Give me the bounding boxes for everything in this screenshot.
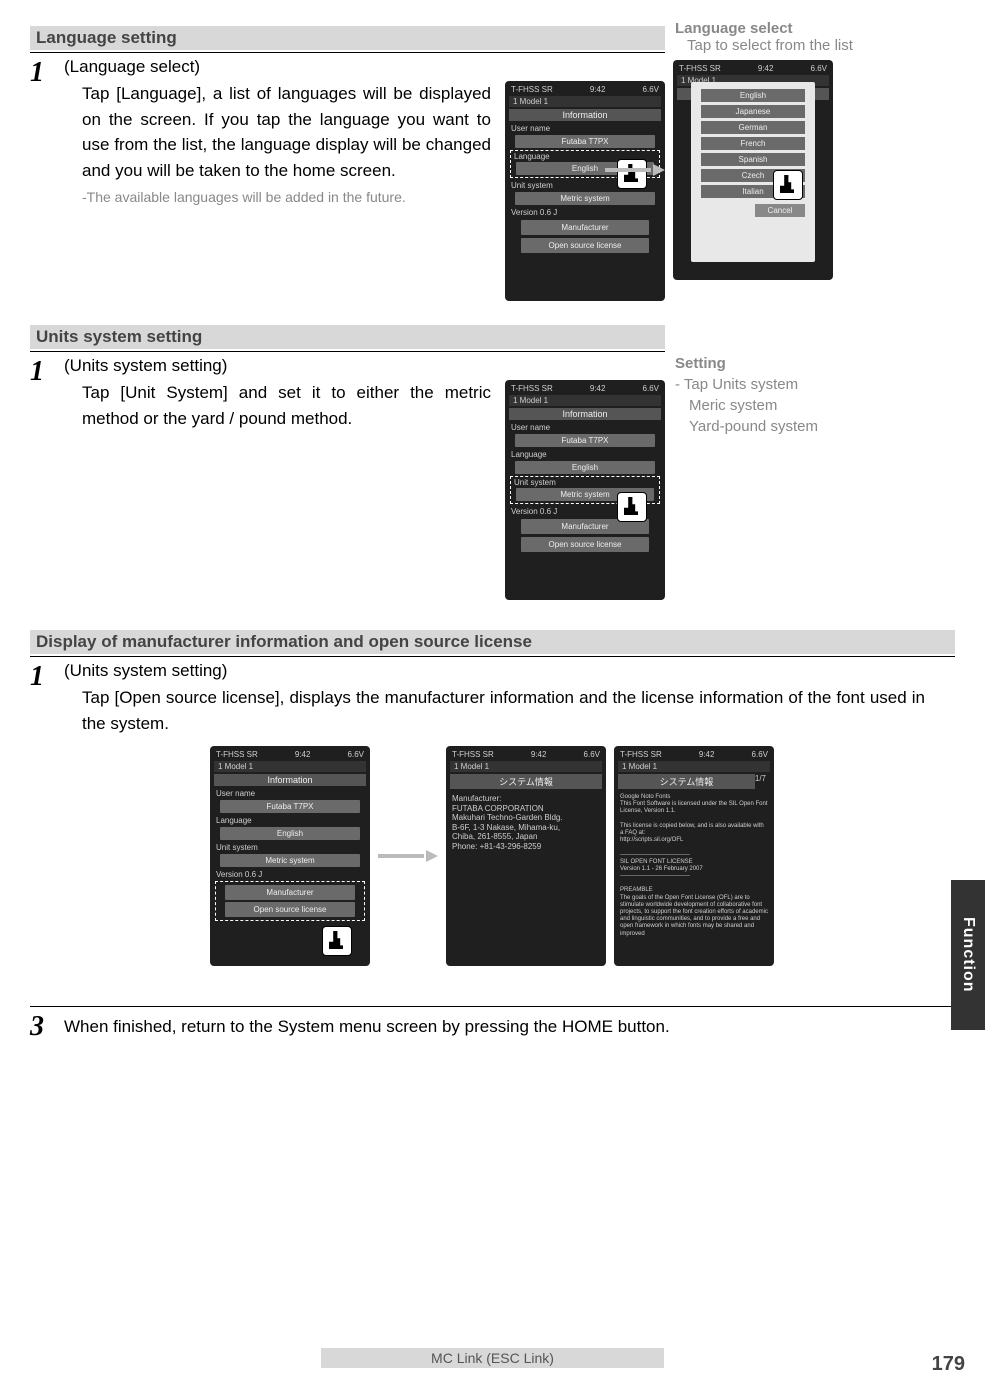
mock-screen-license-text: T-FHSS SR9:426.6V 1 Model 1 システム情報 1/7 G… bbox=[614, 746, 774, 966]
side-heading: Language select bbox=[675, 20, 955, 37]
step-text: Tap [Unit System] and set it to either t… bbox=[64, 380, 495, 431]
step-text: Tap [Open source license], displays the … bbox=[64, 685, 955, 736]
mock-screen-info-license: T-FHSS SR9:426.6V 1 Model 1 Information … bbox=[210, 746, 370, 966]
side-note: Setting - Tap Units system Meric system … bbox=[675, 353, 955, 437]
step-text: When finished, return to the System menu… bbox=[64, 1011, 955, 1037]
tap-hand-icon bbox=[773, 170, 803, 200]
step-note: -The available languages will be added i… bbox=[64, 189, 495, 205]
step-text: Tap [Language], a list of languages will… bbox=[64, 81, 495, 183]
section-heading-manufacturer: Display of manufacturer information and … bbox=[30, 630, 955, 654]
tap-hand-icon bbox=[617, 492, 647, 522]
mock-screen-language-list: T-FHSS SR9:426.6V 1 Model 1 Information … bbox=[673, 60, 833, 280]
arrow-right-icon bbox=[605, 164, 665, 176]
mock-screen-info-units: T-FHSS SR9:426.6V 1 Model 1 Information … bbox=[505, 380, 665, 600]
section-heading-language: Language setting bbox=[30, 26, 665, 50]
step-number: 1 bbox=[30, 661, 58, 691]
tap-hand-icon bbox=[322, 926, 352, 956]
step-title: (Units system setting) bbox=[64, 356, 665, 376]
footer-label: MC Link (ESC Link) bbox=[321, 1348, 664, 1368]
mock-screen-manufacturer: T-FHSS SR9:426.6V 1 Model 1 システム情報 Manuf… bbox=[446, 746, 606, 966]
side-tab-function: Function bbox=[951, 880, 985, 1030]
side-subtext: Tap to select from the list bbox=[675, 37, 955, 54]
step-number: 1 bbox=[30, 356, 58, 386]
section-heading-units: Units system setting bbox=[30, 325, 665, 349]
page-number: 179 bbox=[932, 1353, 965, 1376]
mock-screen-info-language: T-FHSS SR9:426.6V 1 Model 1 Information … bbox=[505, 81, 665, 301]
step-number: 3 bbox=[30, 1011, 58, 1041]
step-number: 1 bbox=[30, 57, 58, 87]
step-title: (Units system setting) bbox=[64, 661, 955, 681]
step-title: (Language select) bbox=[64, 57, 665, 77]
arrow-right-icon bbox=[378, 850, 438, 862]
